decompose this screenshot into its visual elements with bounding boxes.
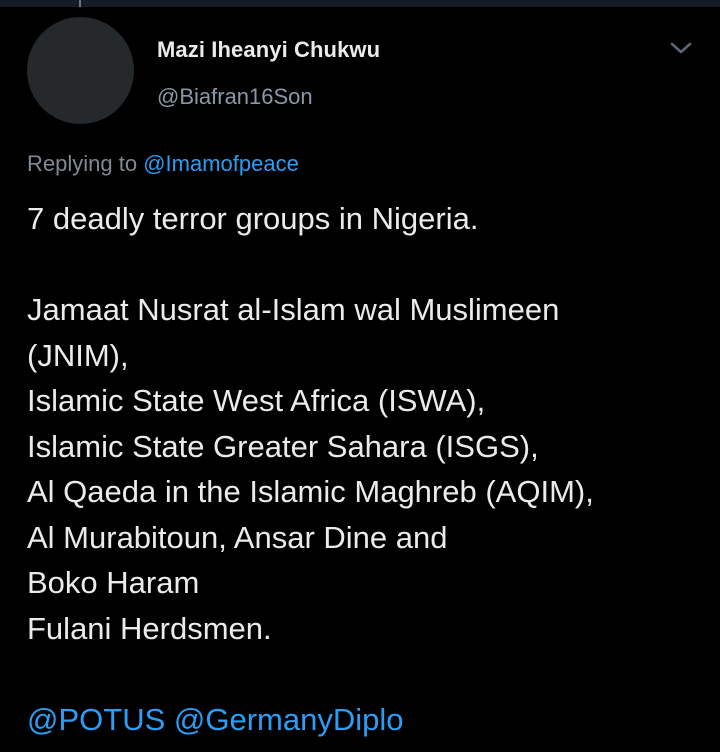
- tweet-line: Islamic State Greater Sahara (ISGS),: [27, 428, 539, 464]
- avatar[interactable]: [27, 17, 134, 124]
- chevron-down-icon[interactable]: [667, 34, 695, 62]
- tweet-line: 7 deadly terror groups in Nigeria.: [27, 201, 479, 236]
- mention-link[interactable]: @GermanyDiplo: [174, 702, 404, 737]
- tweet-line: Boko Haram: [27, 565, 200, 600]
- tweet-line: Islamic State West Africa (ISWA),: [27, 383, 486, 418]
- tweet-line: Al Qaeda in the Islamic Maghreb (AQIM),: [27, 474, 594, 509]
- tweet-line: Fulani Herdsmen.: [27, 610, 272, 646]
- tweet-line: Jamaat Nusrat al-Islam wal Muslimeen: [27, 292, 560, 327]
- tweet-text: 7 deadly terror groups in Nigeria. Jamaa…: [27, 196, 707, 742]
- mention-link[interactable]: @POTUS: [27, 702, 165, 737]
- reply-context: Replying to @Imamofpeace: [27, 151, 299, 177]
- tweet-line: (JNIM),: [27, 337, 129, 373]
- top-edge-strip: [0, 0, 720, 7]
- reply-to-mention[interactable]: @Imamofpeace: [143, 151, 299, 176]
- scroll-indicator: [79, 0, 81, 7]
- tweet-mentions: @POTUS @GermanyDiplo: [27, 697, 707, 743]
- author-handle[interactable]: @Biafran16Son: [157, 84, 313, 110]
- reply-prefix: Replying to: [27, 151, 138, 176]
- author-name[interactable]: Mazi Iheanyi Chukwu: [157, 37, 380, 63]
- tweet-line: Al Murabitoun, Ansar Dine and: [27, 519, 448, 555]
- chevron-down-icon-svg: [670, 42, 692, 54]
